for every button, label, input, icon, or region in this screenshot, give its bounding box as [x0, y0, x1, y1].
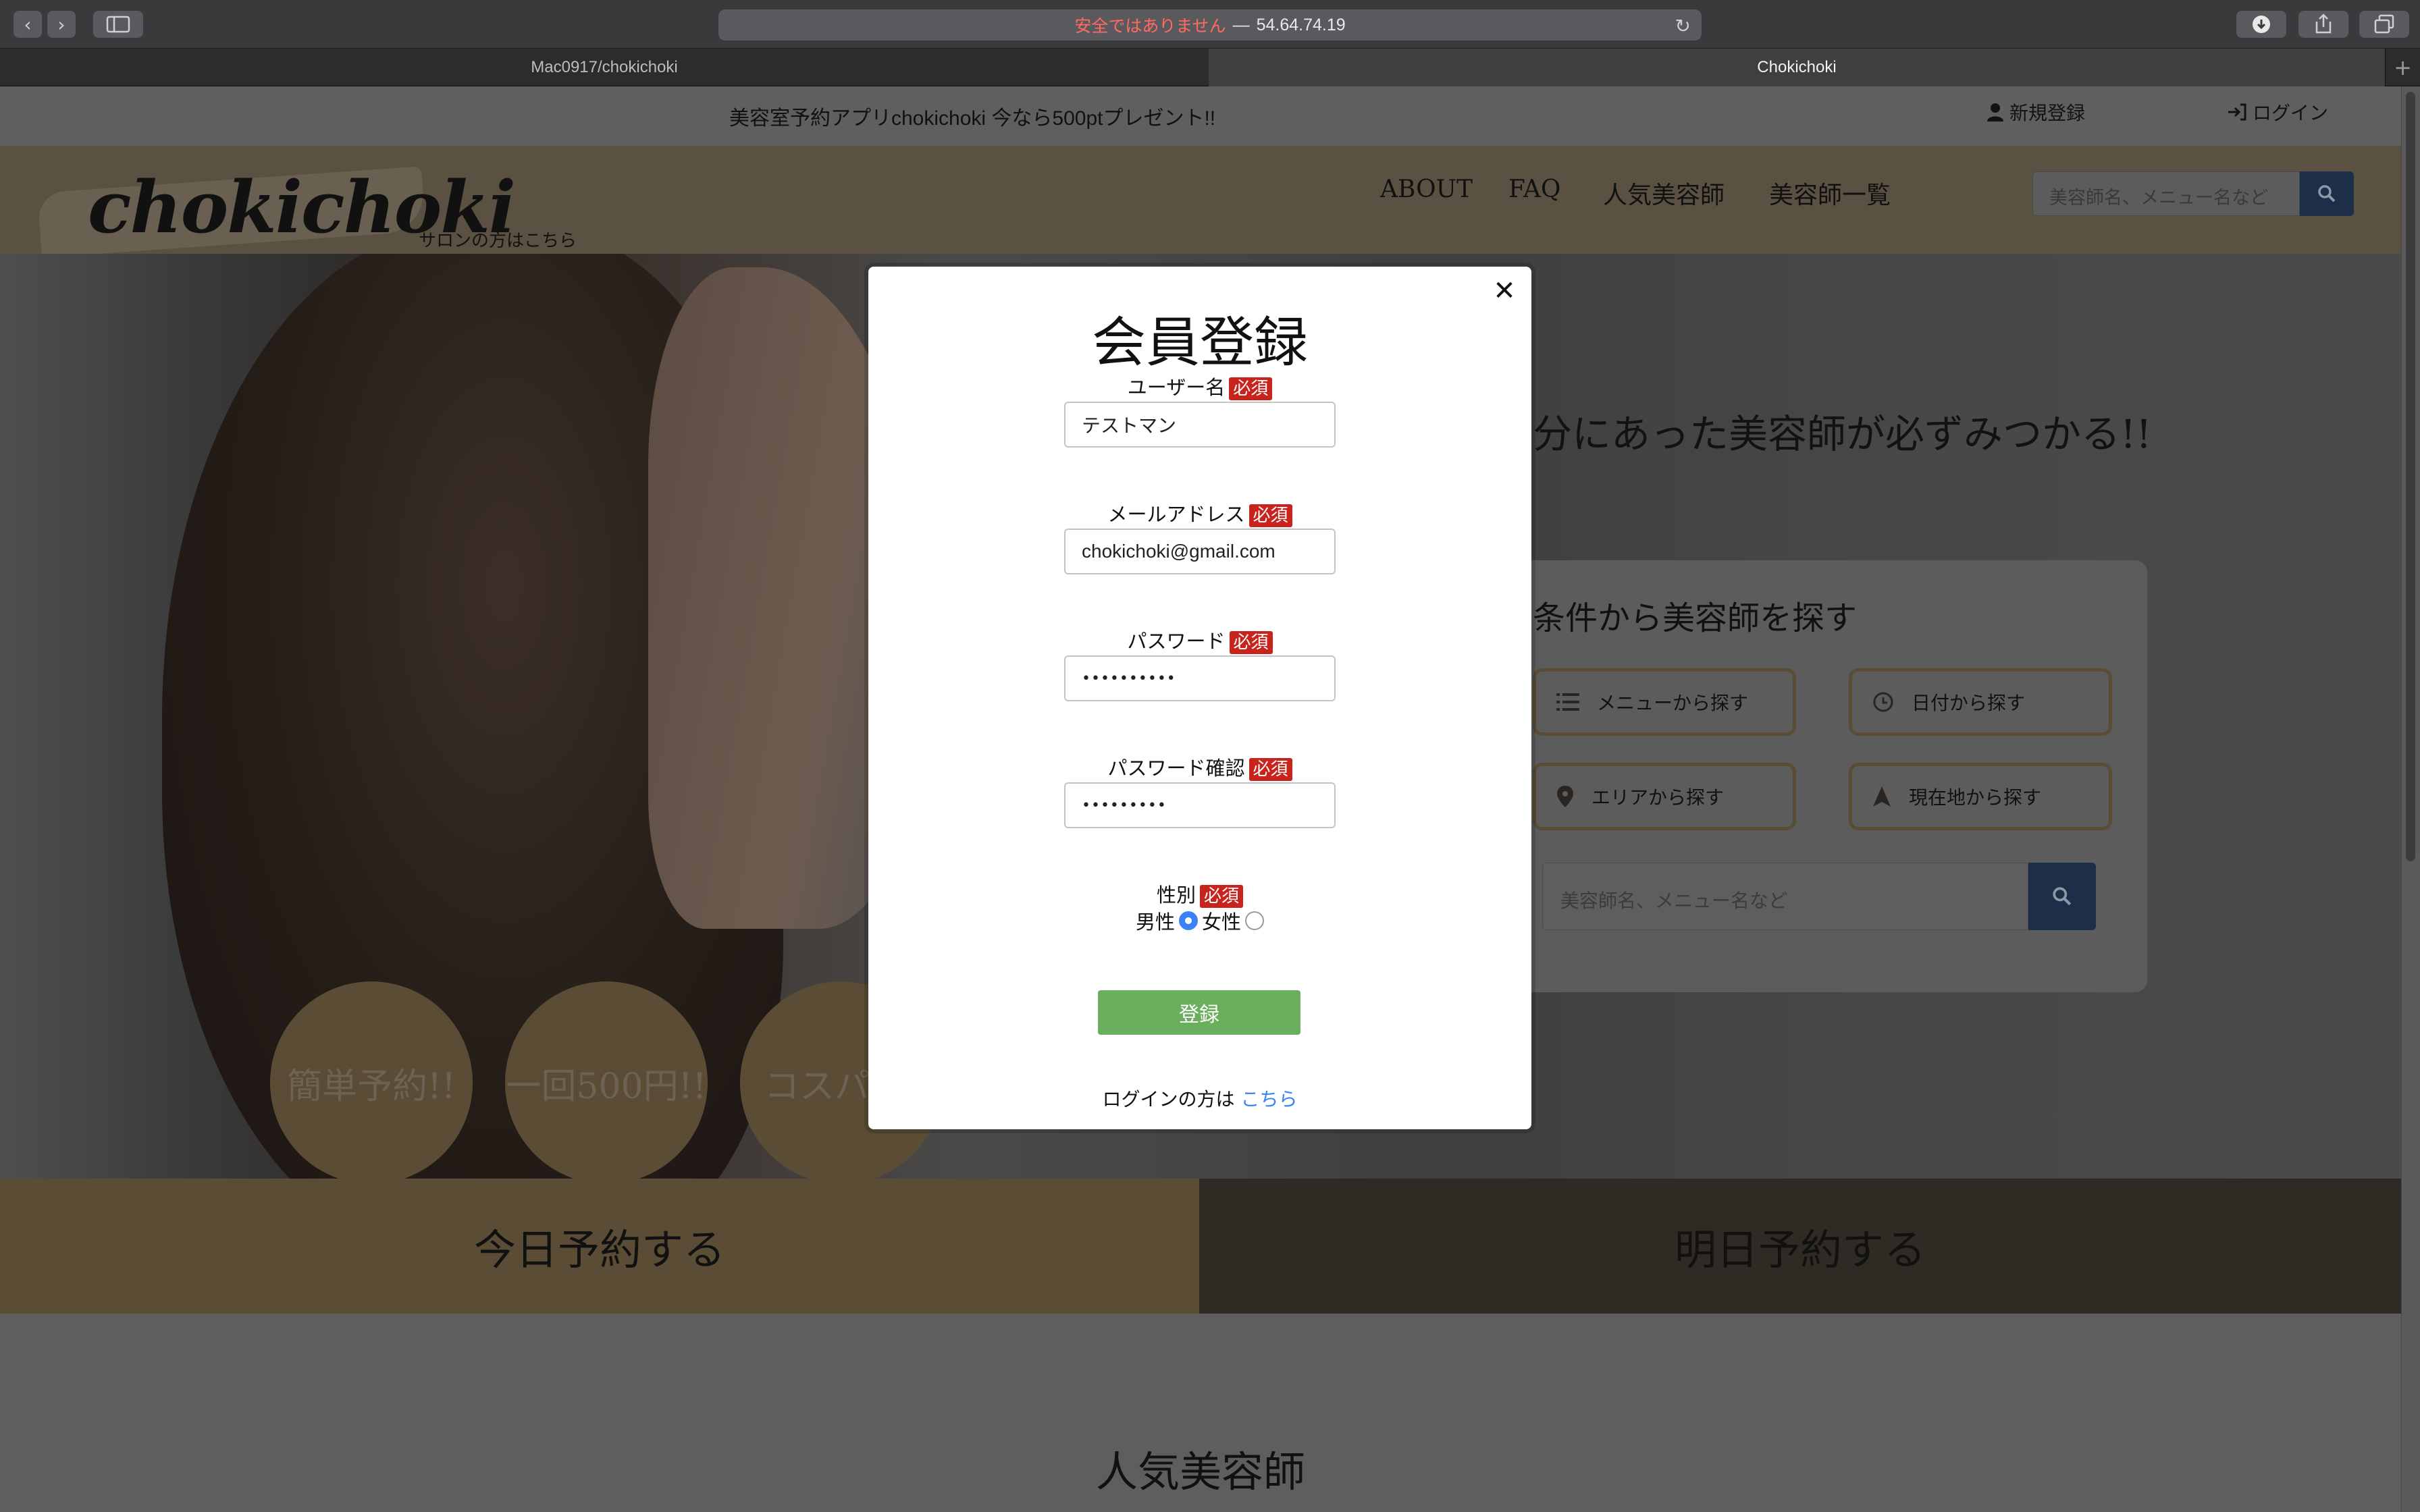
condition-panel-title: 条件から美容師を探す [1533, 599, 1858, 637]
modal-title: 会員登録 [1092, 311, 1308, 374]
tab-chokichoki[interactable]: Chokichoki [1209, 49, 2385, 86]
tab-github[interactable]: Mac0917/chokichoki [0, 49, 1209, 86]
search-by-date-button[interactable]: 日付から探す [1849, 668, 2112, 736]
nav-stylist-list[interactable]: 美容師一覧 [1769, 176, 1891, 211]
email-label-text: メールアドレス [1107, 503, 1245, 526]
gender-options: 男性 女性 [868, 907, 1531, 935]
password-mask: •••••••••• [1082, 670, 1176, 687]
required-badge: 必須 [1229, 631, 1273, 654]
browser-toolbar: ‹ › 安全ではありません — 54.64.74.19 ↻ [0, 0, 2420, 49]
gender-label: 性別 必須 [868, 880, 1531, 908]
signup-modal: ✕ 会員登録 ユーザー名 必須 テストマン メールアドレス 必須 chokichok… [868, 267, 1531, 1129]
tab-bar: Mac0917/chokichoki Chokichoki + [0, 49, 2420, 86]
announcement-bar: 美容室予約アプリchokichoki 今なら500ptプレゼント!! 新規登録 … [0, 86, 2401, 146]
announcement-text: 美容室予約アプリchokichoki 今なら500ptプレゼント!! [729, 107, 1216, 130]
book-tomorrow-button[interactable]: 明日予約する [1199, 1179, 2401, 1314]
share-icon [2315, 14, 2332, 34]
login-link[interactable]: ログイン [2227, 99, 2328, 126]
popular-stylists-heading: 人気美容師 [1095, 1447, 1305, 1496]
salon-link[interactable]: サロンの方はこちら [419, 227, 577, 252]
gender-female-radio[interactable] [1245, 911, 1265, 930]
login-hint: ログインの方は こちら [868, 1085, 1531, 1112]
email-label: メールアドレス 必須 [868, 499, 1531, 527]
password-confirm-input[interactable]: ••••••••• [1064, 782, 1336, 828]
required-badge: 必須 [1229, 377, 1273, 400]
email-input[interactable]: chokichoki@gmail.com [1064, 529, 1336, 574]
search-by-date-label: 日付から探す [1912, 692, 2026, 714]
search-by-menu-button[interactable]: メニューから探す [1533, 668, 1796, 736]
login-hint-text: ログインの方は [1102, 1088, 1235, 1110]
site-header: chokichoki サロンの方はこちら ABOUT FAQ 人気美容師 美容師… [0, 146, 2401, 258]
login-label: ログイン [2253, 102, 2329, 124]
condition-search-input[interactable]: 美容師名、メニュー名など [1542, 863, 2028, 930]
login-here-link[interactable]: こちら [1240, 1088, 1297, 1110]
user-icon [1987, 103, 2003, 122]
download-icon [2253, 16, 2270, 33]
reload-icon[interactable]: ↻ [1675, 15, 1691, 37]
location-arrow-icon [1873, 786, 1891, 807]
nav-faq[interactable]: FAQ [1508, 176, 1560, 203]
signup-link[interactable]: 新規登録 [1987, 99, 2085, 126]
share-button[interactable] [2298, 11, 2348, 38]
condition-search-button[interactable] [2028, 863, 2096, 930]
password-label-text: パスワード [1127, 630, 1226, 653]
condition-search-panel: 条件から美容師を探す メニューから探す 日付から探す エリアから探す 現在地から… [1512, 560, 2147, 992]
search-by-location-button[interactable]: 現在地から探す [1849, 763, 2112, 830]
page-scrollbar[interactable] [2401, 86, 2420, 1512]
gender-label-text: 性別 [1156, 884, 1196, 907]
forward-button[interactable]: › [47, 11, 76, 38]
gender-male-label: 男性 [1135, 911, 1175, 934]
tabs-overview-button[interactable] [2359, 11, 2409, 38]
login-icon [2228, 103, 2246, 121]
nav-popular-stylists[interactable]: 人気美容師 [1603, 176, 1725, 211]
gender-female-label: 女性 [1202, 911, 1242, 934]
header-search-input[interactable]: 美容師名、メニュー名など [2032, 171, 2300, 216]
address-bar[interactable]: 安全ではありません — 54.64.74.19 ↻ [718, 9, 1702, 40]
feature-circle-easy-label: 簡単予約!! [287, 1066, 456, 1107]
feature-circle-price-label: 一回500円!! [506, 1066, 707, 1107]
url-text: 54.64.74.19 [1256, 15, 1346, 34]
signup-label: 新規登録 [2009, 102, 2086, 124]
book-today-button[interactable]: 今日予約する [0, 1179, 1199, 1314]
register-button[interactable]: 登録 [1098, 990, 1300, 1035]
header-search-button[interactable] [2300, 171, 2354, 216]
map-pin-icon [1557, 786, 1573, 807]
required-badge: 必須 [1200, 885, 1244, 908]
hero-title: 分にあった美容師が必ずみつかる!! [1533, 411, 2152, 457]
feature-circle-easy: 簡単予約!! [270, 981, 473, 1179]
password-confirm-label-text: パスワード確認 [1107, 757, 1245, 780]
password-label: パスワード 必須 [868, 626, 1531, 654]
search-by-menu-label: メニューから探す [1597, 692, 1749, 714]
search-icon [2053, 887, 2072, 906]
scrollbar-thumb[interactable] [2406, 92, 2415, 861]
tabs-icon [2374, 14, 2394, 34]
gender-male-radio[interactable] [1179, 911, 1198, 930]
required-badge: 必須 [1248, 504, 1292, 527]
url-separator: — [1232, 15, 1250, 34]
search-by-area-button[interactable]: エリアから探す [1533, 763, 1796, 830]
search-by-location-label: 現在地から探す [1909, 786, 2042, 809]
password-confirm-label: パスワード確認 必須 [868, 753, 1531, 781]
search-icon [2318, 185, 2336, 202]
new-tab-button[interactable]: + [2385, 49, 2420, 86]
username-input[interactable]: テストマン [1064, 402, 1336, 448]
downloads-button[interactable] [2236, 11, 2286, 38]
username-label: ユーザー名 必須 [868, 372, 1531, 400]
password-confirm-mask: ••••••••• [1082, 796, 1167, 814]
insecure-warning: 安全ではありません [1074, 17, 1226, 36]
search-by-area-label: エリアから探す [1592, 786, 1725, 809]
list-icon [1556, 693, 1579, 711]
back-button[interactable]: ‹ [14, 11, 42, 38]
username-label-text: ユーザー名 [1127, 376, 1226, 399]
sidebar-toggle-button[interactable] [93, 11, 143, 38]
clock-icon [1873, 692, 1893, 712]
sidebar-icon [106, 16, 130, 33]
feature-circle-cost-label: コスパ [764, 1066, 870, 1107]
nav-about[interactable]: ABOUT [1380, 176, 1473, 203]
required-badge: 必須 [1248, 758, 1292, 781]
feature-circle-price: 一回500円!! [505, 981, 708, 1179]
password-input[interactable]: •••••••••• [1064, 655, 1336, 701]
